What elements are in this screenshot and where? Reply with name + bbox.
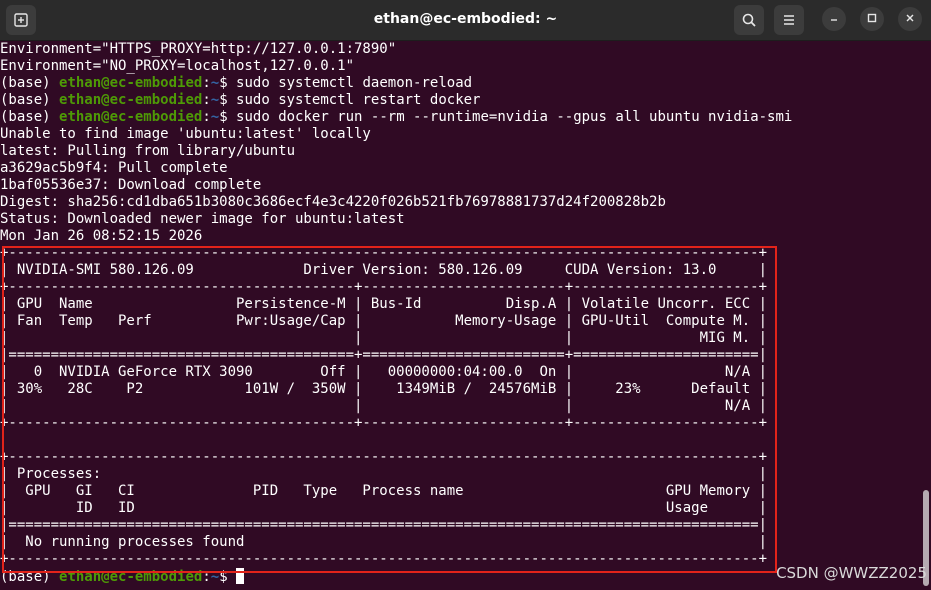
smi-version-row: | NVIDIA-SMI 580.126.09 Driver Version: … [0, 262, 768, 278]
minimize-icon [829, 10, 839, 28]
command-text: sudo systemctl restart docker [236, 92, 481, 108]
prompt-colon: : [202, 75, 211, 91]
command-line: (base) ethan@ec-embodied:~$ sudo systemc… [0, 75, 920, 92]
close-icon [905, 10, 915, 28]
terminal-output[interactable]: Environment="HTTPS_PROXY=http://127.0.0.… [0, 41, 920, 585]
smi-border: +---------------------------------------… [0, 415, 768, 431]
conda-env: (base) [0, 109, 60, 125]
smi-header-row: | Fan Temp Perf Pwr:Usage/Cap | Memory-U… [0, 313, 768, 329]
prompt-user-host: ethan@ec-embodied [59, 75, 203, 91]
output-line: Environment="NO_PROXY=localhost,127.0.0.… [0, 58, 355, 74]
maximize-icon [867, 10, 877, 28]
prompt-dollar: $ [219, 92, 237, 108]
text-cursor [236, 568, 245, 584]
smi-gpu-row: | 0 NVIDIA GeForce RTX 3090 Off | 000000… [0, 364, 768, 380]
prompt-user-host: ethan@ec-embodied [59, 569, 203, 585]
output-line: Environment="HTTPS_PROXY=http://127.0.0.… [0, 41, 397, 57]
output-line: Mon Jan 26 08:52:15 2026 [0, 228, 203, 244]
prompt-colon: : [202, 569, 211, 585]
search-icon [741, 12, 757, 28]
new-tab-button[interactable] [6, 5, 36, 35]
search-button[interactable] [734, 5, 764, 35]
smi-gpu-row: | 30% 28C P2 101W / 350W | 1349MiB / 245… [0, 381, 768, 397]
smi-processes-header: | ID ID Usage | [0, 500, 768, 516]
maximize-button[interactable] [860, 7, 884, 31]
smi-separator: |=======================================… [0, 347, 768, 363]
prompt-colon: : [202, 109, 211, 125]
prompt-user-host: ethan@ec-embodied [59, 109, 203, 125]
command-line: (base) ethan@ec-embodied:~$ sudo docker … [0, 109, 920, 126]
prompt-dollar: $ [219, 109, 237, 125]
output-line: a3629ac5b9f4: Pull complete [0, 160, 228, 176]
watermark: CSDN @WWZZ2025 [776, 564, 927, 582]
conda-env: (base) [0, 569, 60, 585]
hamburger-menu-icon [782, 13, 796, 27]
conda-env: (base) [0, 75, 60, 91]
prompt-path: ~ [210, 569, 220, 585]
smi-border: +---------------------------------------… [0, 449, 768, 465]
output-line: Unable to find image 'ubuntu:latest' loc… [0, 126, 371, 142]
output-line: 1baf05536e37: Download complete [0, 177, 262, 193]
prompt-path: ~ [210, 75, 220, 91]
smi-processes-row: | No running processes found | [0, 534, 768, 550]
close-button[interactable] [898, 7, 922, 31]
command-text: sudo systemctl daemon-reload [236, 75, 473, 91]
smi-separator: |=======================================… [0, 517, 768, 533]
smi-gpu-row: | | | N/A | [0, 398, 768, 414]
prompt-path: ~ [210, 109, 220, 125]
prompt-path: ~ [210, 92, 220, 108]
menu-button[interactable] [774, 5, 804, 35]
title-bar: ethan@ec-embodied: ~ [0, 0, 931, 41]
terminal-window: ethan@ec-embodied: ~ Environment="HTTPS_… [0, 0, 931, 590]
new-tab-icon [13, 12, 29, 28]
prompt-colon: : [202, 92, 211, 108]
smi-border: +---------------------------------------… [0, 279, 768, 295]
prompt-user-host: ethan@ec-embodied [59, 92, 203, 108]
smi-processes-title: | Processes: | [0, 466, 768, 482]
smi-header-row: | GPU Name Persistence-M | Bus-Id Disp.A… [0, 296, 768, 312]
prompt-dollar: $ [219, 75, 237, 91]
smi-processes-header: | GPU GI CI PID Type Process name GPU Me… [0, 483, 768, 499]
output-line: Digest: sha256:cd1dba651b3080c3686ecf4e3… [0, 194, 666, 210]
prompt-dollar: $ [219, 569, 237, 585]
smi-border: +---------------------------------------… [0, 245, 768, 261]
minimize-button[interactable] [822, 7, 846, 31]
command-text: sudo docker run --rm --runtime=nvidia --… [236, 109, 793, 125]
conda-env: (base) [0, 92, 60, 108]
command-line: (base) ethan@ec-embodied:~$ sudo systemc… [0, 92, 920, 109]
smi-header-row: | | | MIG M. | [0, 330, 768, 346]
output-line: Status: Downloaded newer image for ubunt… [0, 211, 405, 227]
output-line: latest: Pulling from library/ubuntu [0, 143, 296, 159]
